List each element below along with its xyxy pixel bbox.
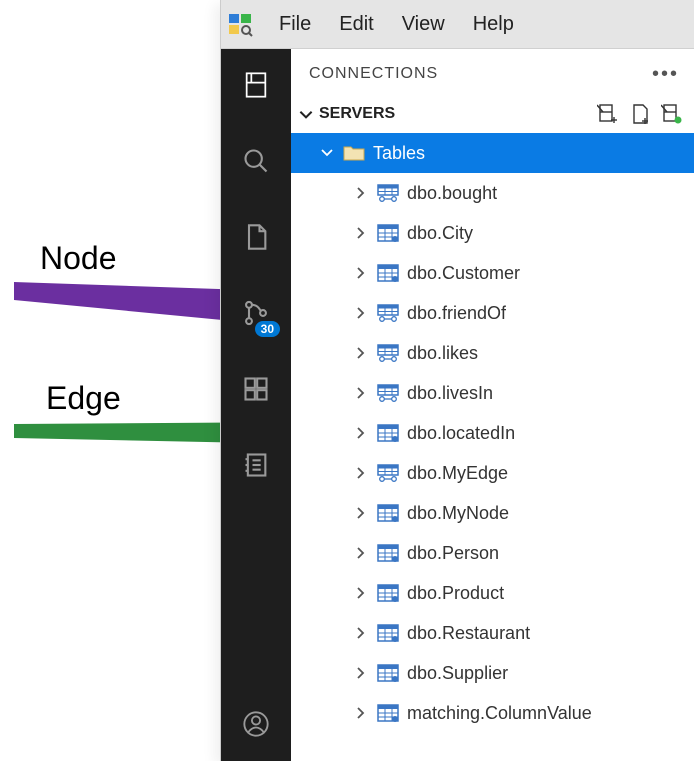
node-table-icon <box>377 544 399 562</box>
menu-view[interactable]: View <box>388 9 459 40</box>
tree-table-row[interactable]: dbo.likes <box>291 333 694 373</box>
chevron-down-icon <box>317 143 337 163</box>
tree-folder-label: Tables <box>373 143 425 164</box>
tree-table-label: dbo.Product <box>407 583 504 604</box>
tree-table-label: dbo.City <box>407 223 473 244</box>
chevron-right-icon <box>351 463 371 483</box>
chevron-right-icon <box>351 583 371 603</box>
activity-file[interactable] <box>238 219 274 255</box>
activity-bar: 30 <box>221 49 291 761</box>
tree-table-label: dbo.MyEdge <box>407 463 508 484</box>
tree-table-label: dbo.locatedIn <box>407 423 515 444</box>
tree-table-label: dbo.livesIn <box>407 383 493 404</box>
new-server-group-button[interactable] <box>661 103 683 125</box>
activity-extensions[interactable] <box>238 371 274 407</box>
app-window: File Edit View Help <box>220 0 694 761</box>
node-table-icon <box>377 624 399 642</box>
tree-table-row[interactable]: dbo.locatedIn <box>291 413 694 453</box>
tree-table-row[interactable]: dbo.Person <box>291 533 694 573</box>
chevron-right-icon <box>351 503 371 523</box>
menu-file[interactable]: File <box>265 9 325 40</box>
tree-table-label: dbo.likes <box>407 343 478 364</box>
tree-folder-tables[interactable]: Tables <box>291 133 694 173</box>
edge-table-icon <box>377 344 399 362</box>
app-logo-icon <box>227 11 253 37</box>
panel-title: CONNECTIONS <box>309 65 438 83</box>
tree-table-label: dbo.Person <box>407 543 499 564</box>
tree-table-row[interactable]: dbo.friendOf <box>291 293 694 333</box>
chevron-right-icon <box>351 383 371 403</box>
chevron-right-icon <box>351 183 371 203</box>
edge-table-icon <box>377 184 399 202</box>
node-table-icon <box>377 584 399 602</box>
tree-table-label: dbo.MyNode <box>407 503 509 524</box>
panel-header: CONNECTIONS ••• <box>291 49 694 99</box>
chevron-right-icon <box>351 543 371 563</box>
tree-table-row[interactable]: dbo.Supplier <box>291 653 694 693</box>
chevron-right-icon <box>351 663 371 683</box>
tree-table-label: dbo.Customer <box>407 263 520 284</box>
tree-table-row[interactable]: dbo.Restaurant <box>291 613 694 653</box>
node-table-icon <box>377 664 399 682</box>
chevron-right-icon <box>351 703 371 723</box>
node-table-icon <box>377 264 399 282</box>
chevron-right-icon <box>351 343 371 363</box>
activity-connections[interactable] <box>238 67 274 103</box>
tree-table-row[interactable]: dbo.Product <box>291 573 694 613</box>
tree-table-row[interactable]: dbo.livesIn <box>291 373 694 413</box>
panel-more-actions-button[interactable]: ••• <box>652 63 679 86</box>
activity-search[interactable] <box>238 143 274 179</box>
tree-table-label: dbo.Supplier <box>407 663 508 684</box>
chevron-right-icon <box>351 263 371 283</box>
activity-account[interactable] <box>238 706 274 742</box>
chevron-right-icon <box>351 223 371 243</box>
tree-table-row[interactable]: dbo.bought <box>291 173 694 213</box>
tree-table-label: dbo.Restaurant <box>407 623 530 644</box>
node-table-icon <box>377 704 399 722</box>
node-table-icon <box>377 224 399 242</box>
chevron-right-icon <box>351 623 371 643</box>
connections-panel: CONNECTIONS ••• SERVERS <box>291 49 694 761</box>
menu-bar: File Edit View Help <box>221 0 694 49</box>
tree-table-label: dbo.bought <box>407 183 497 204</box>
source-control-badge: 30 <box>255 321 280 337</box>
chevron-right-icon <box>351 423 371 443</box>
activity-notebook[interactable] <box>238 447 274 483</box>
tree-table-row[interactable]: matching.ColumnValue <box>291 693 694 733</box>
chevron-right-icon <box>351 303 371 323</box>
node-table-icon <box>377 504 399 522</box>
folder-icon <box>343 144 365 162</box>
tree-table-row[interactable]: dbo.MyEdge <box>291 453 694 493</box>
tree-table-label: dbo.friendOf <box>407 303 506 324</box>
section-title: SERVERS <box>319 105 395 123</box>
edge-table-icon <box>377 304 399 322</box>
new-connection-button[interactable] <box>597 103 619 125</box>
menu-edit[interactable]: Edit <box>325 9 387 40</box>
tree-table-row[interactable]: dbo.Customer <box>291 253 694 293</box>
section-servers[interactable]: SERVERS <box>291 99 694 133</box>
new-query-button[interactable] <box>629 103 651 125</box>
tree-table-row[interactable]: dbo.City <box>291 213 694 253</box>
tree-table-label: matching.ColumnValue <box>407 703 592 724</box>
tree-table-row[interactable]: dbo.MyNode <box>291 493 694 533</box>
activity-source-control[interactable]: 30 <box>238 295 274 331</box>
edge-table-icon <box>377 464 399 482</box>
edge-table-icon <box>377 384 399 402</box>
chevron-down-icon <box>297 105 315 123</box>
node-table-icon <box>377 424 399 442</box>
menu-help[interactable]: Help <box>459 9 528 40</box>
